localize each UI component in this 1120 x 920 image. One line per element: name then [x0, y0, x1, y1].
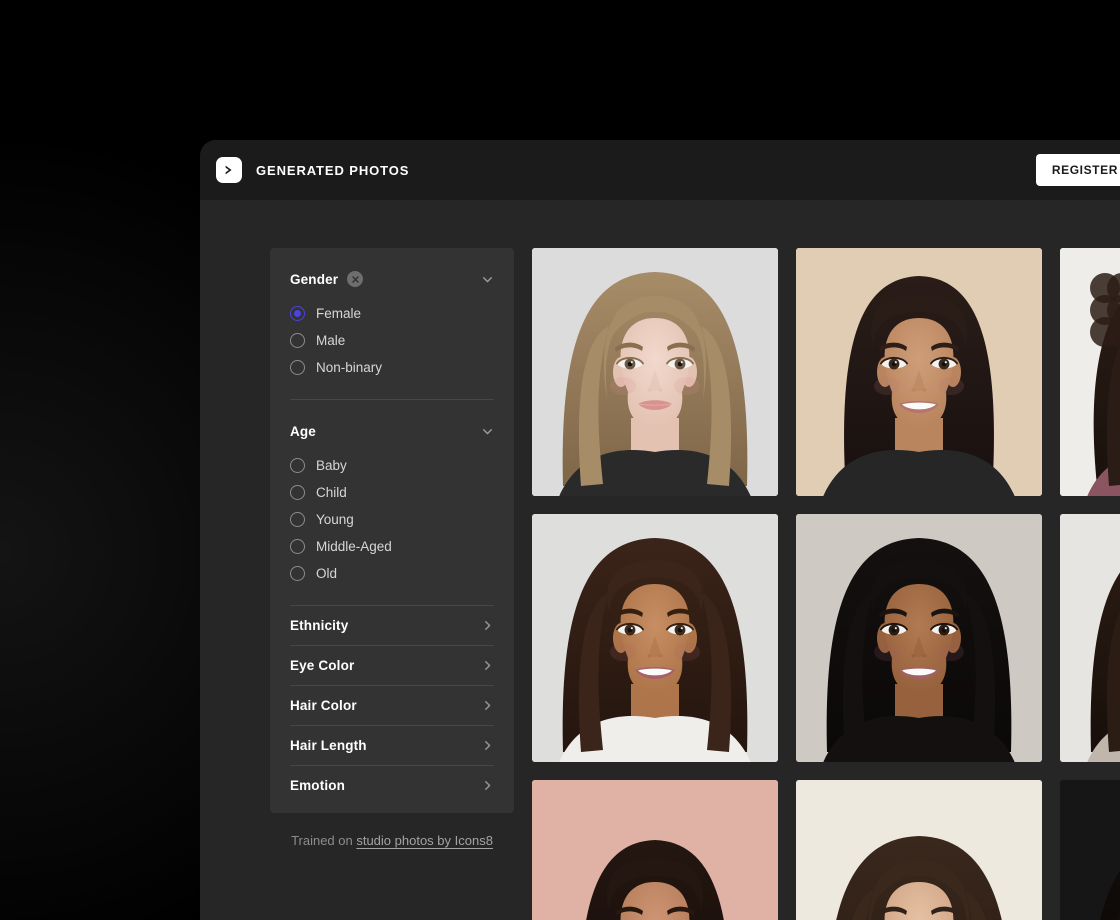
- chevron-down-icon[interactable]: [481, 273, 494, 286]
- brand-name: GENERATED PHOTOS: [256, 162, 410, 178]
- chevron-right-icon[interactable]: [481, 699, 494, 712]
- photo-card[interactable]: [532, 248, 778, 496]
- filter-option-label: Middle-Aged: [316, 539, 392, 554]
- chevron-right-icon[interactable]: [481, 779, 494, 792]
- filter-header-hair-color[interactable]: Hair Color: [290, 686, 494, 725]
- filter-header-emotion[interactable]: Emotion: [290, 766, 494, 805]
- filter-header-ethnicity[interactable]: Ethnicity: [290, 606, 494, 645]
- filter-option-label: Non-binary: [316, 360, 383, 375]
- radio-unchecked-icon[interactable]: [290, 566, 305, 581]
- photo-card[interactable]: [532, 514, 778, 762]
- filter-header-age[interactable]: Age: [290, 420, 494, 442]
- filter-option-label: Female: [316, 306, 362, 321]
- photo-grid: [532, 248, 1120, 920]
- filter-option-child[interactable]: Child: [290, 479, 494, 506]
- desktop-backdrop: GENERATED PHOTOS REGISTER Gender Female Ma…: [0, 0, 1120, 920]
- filter-group-gender: Gender Female Male Non-binary: [290, 248, 494, 399]
- photo-card[interactable]: [1060, 780, 1120, 920]
- filter-header-hair-length[interactable]: Hair Length: [290, 726, 494, 765]
- chevron-down-icon[interactable]: [481, 425, 494, 438]
- filter-options: Female Male Non-binary: [290, 300, 494, 399]
- radio-unchecked-icon[interactable]: [290, 333, 305, 348]
- radio-unchecked-icon[interactable]: [290, 512, 305, 527]
- trained-on-note: Trained on studio photos by Icons8: [270, 833, 514, 848]
- photo-card[interactable]: [796, 780, 1042, 920]
- filter-title: Age: [290, 423, 316, 439]
- filter-option-label: Male: [316, 333, 346, 348]
- photo-card[interactable]: [1060, 514, 1120, 762]
- photo-card[interactable]: [532, 780, 778, 920]
- app-header: GENERATED PHOTOS REGISTER: [200, 140, 1120, 200]
- filter-option-old[interactable]: Old: [290, 560, 494, 587]
- header-actions: REGISTER: [1035, 154, 1120, 186]
- filter-title: Ethnicity: [290, 618, 349, 633]
- close-circle-icon[interactable]: [347, 271, 364, 287]
- filter-option-label: Young: [316, 512, 354, 527]
- filter-option-female[interactable]: Female: [290, 300, 494, 327]
- filter-option-male[interactable]: Male: [290, 327, 494, 354]
- filters-panel-padding: [290, 805, 494, 813]
- filter-header-left: Age: [290, 424, 316, 439]
- studio-photos-link[interactable]: studio photos by Icons8: [356, 833, 493, 848]
- radio-unchecked-icon[interactable]: [290, 360, 305, 375]
- filter-option-label: Old: [316, 566, 338, 581]
- photo-card[interactable]: [796, 248, 1042, 496]
- register-button[interactable]: REGISTER: [1035, 154, 1120, 186]
- filter-header-left: Gender: [290, 271, 364, 287]
- filter-option-baby[interactable]: Baby: [290, 452, 494, 479]
- filter-option-non-binary[interactable]: Non-binary: [290, 354, 494, 381]
- photo-card[interactable]: [796, 514, 1042, 762]
- photo-card[interactable]: [1060, 248, 1120, 496]
- filter-group-age: Age Baby Child Young Middle-Aged Old: [290, 400, 494, 605]
- app-window: GENERATED PHOTOS REGISTER Gender Female Ma…: [200, 140, 1120, 920]
- trained-on-prefix: Trained on: [291, 833, 357, 848]
- filter-title: Emotion: [290, 778, 346, 793]
- filter-option-middle-aged[interactable]: Middle-Aged: [290, 533, 494, 560]
- chevron-right-icon[interactable]: [481, 659, 494, 672]
- filter-title: Eye Color: [290, 658, 355, 673]
- radio-unchecked-icon[interactable]: [290, 458, 305, 473]
- filter-header-gender[interactable]: Gender: [290, 268, 494, 290]
- filter-title: Hair Color: [290, 698, 357, 713]
- radio-checked-icon[interactable]: [290, 306, 305, 321]
- radio-unchecked-icon[interactable]: [290, 485, 305, 500]
- filters-sidebar: Gender Female Male Non-binary Age Baby Child Yo…: [270, 248, 514, 848]
- filter-options: Baby Child Young Middle-Aged Old: [290, 452, 494, 605]
- chevron-right-icon[interactable]: [481, 619, 494, 632]
- filters-panel: Gender Female Male Non-binary Age Baby Child Yo…: [270, 248, 514, 813]
- filter-option-young[interactable]: Young: [290, 506, 494, 533]
- filter-option-label: Baby: [316, 458, 347, 473]
- app-body: Gender Female Male Non-binary Age Baby Child Yo…: [200, 200, 1120, 920]
- chevron-right-icon[interactable]: [481, 739, 494, 752]
- filter-option-label: Child: [316, 485, 347, 500]
- radio-unchecked-icon[interactable]: [290, 539, 305, 554]
- filter-header-eye-color[interactable]: Eye Color: [290, 646, 494, 685]
- filter-title: Gender: [290, 271, 339, 287]
- chevron-right-logo-icon[interactable]: [216, 157, 242, 183]
- filter-title: Hair Length: [290, 738, 367, 753]
